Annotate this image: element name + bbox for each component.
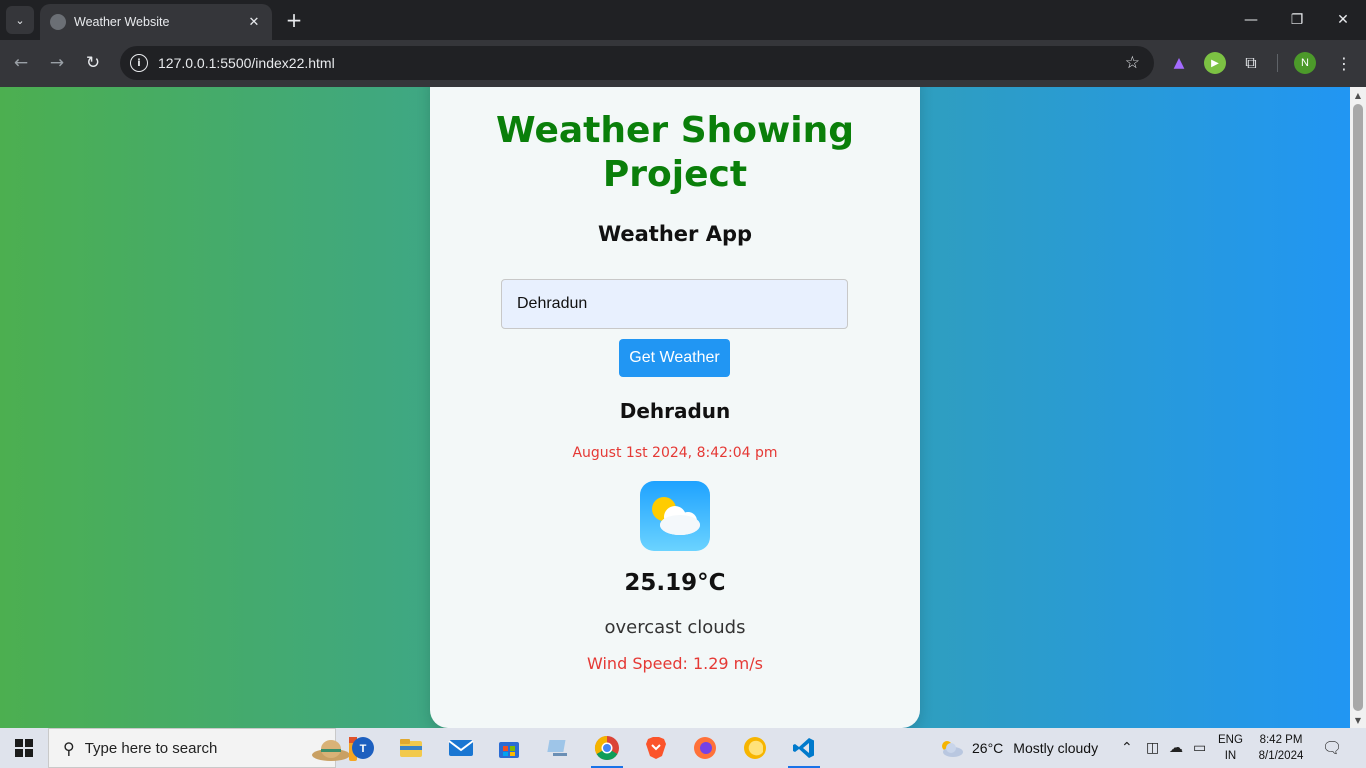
taskbar-search-box[interactable]: ⚲ Type here to search [48,728,357,768]
page-scrollbar[interactable]: ▲ ▼ [1350,87,1366,728]
chevron-up-icon[interactable]: ⌃ [1121,740,1133,756]
scrollbar-thumb[interactable] [1353,104,1363,711]
taskbar-app-brave[interactable] [632,728,680,768]
taskbar-app-store[interactable] [485,728,533,768]
scroll-down-arrow-icon[interactable]: ▼ [1350,712,1366,728]
city-input[interactable] [501,279,848,329]
vscode-icon [793,738,814,758]
brave-icon [646,737,666,759]
weather-card: Weather Showing Project Weather App Get … [430,87,920,728]
cloudy-weather-icon [942,741,963,757]
globe-icon [50,14,66,30]
store-icon [499,742,519,758]
taskbar-app-firefox[interactable] [681,728,729,768]
url-text[interactable]: 127.0.0.1:5500/index22.html [158,55,1125,71]
profile-avatar[interactable]: N [1294,52,1316,74]
weather-description: overcast clouds [604,617,746,638]
tab-weather-website[interactable]: Weather Website ✕ [40,4,272,40]
meet-now-icon[interactable]: ◫ [1146,740,1159,756]
taskbar-app-chrome[interactable] [583,728,631,768]
onedrive-cloud-icon[interactable]: ☁ [1169,740,1183,756]
window-close-button[interactable]: ✕ [1320,0,1366,40]
new-tab-button[interactable]: + [282,8,306,32]
browser-menu-icon[interactable]: ⋮ [1334,52,1354,74]
toolbar-divider [1277,54,1278,72]
datetime-text: August 1st 2024, 8:42:04 pm [572,445,778,461]
reload-button[interactable]: ↻ [80,50,106,76]
taskbar-app-file-explorer[interactable] [387,728,435,768]
back-button[interactable]: ← [8,50,34,76]
extension-drop-icon[interactable]: ▲ [1168,52,1190,74]
search-icon: ⚲ [63,738,75,758]
taskbar-app-remote-desktop[interactable] [535,728,583,768]
tab-search-button[interactable]: ⌄ [6,6,34,34]
chrome-icon [594,736,619,761]
taskbar-app-edge-canary[interactable] [731,728,779,768]
extension-play-icon[interactable]: ▶ [1204,52,1226,74]
app-title: Weather App [597,222,753,246]
site-info-icon[interactable]: i [130,54,148,72]
network-icon[interactable]: ▭ [1193,740,1206,756]
bookmark-star-icon[interactable]: ☆ [1125,53,1140,73]
edge-canary-icon [744,737,766,759]
address-bar[interactable]: i 127.0.0.1:5500/index22.html ☆ [120,46,1154,80]
wind-speed-text: Wind Speed: 1.29 m/s [587,654,763,673]
clock-time: 8:42 PM [1259,734,1303,746]
temperature-text: 25.19°C [624,570,726,596]
input-language[interactable]: ENG IN [1218,732,1243,764]
restore-button[interactable]: ❐ [1274,0,1320,40]
browser-toolbar: ← → ↻ i 127.0.0.1:5500/index22.html ☆ ▲ … [0,40,1366,87]
taskbar-weather-widget[interactable]: 26°C Mostly cloudy [938,728,1098,768]
partly-cloudy-icon [640,481,710,551]
lang-code: ENG [1218,734,1243,746]
browser-tab-bar: ⌄ Weather Website ✕ + — ❐ ✕ [0,0,1366,40]
svg-text:T: T [360,743,367,755]
clock-date: 8/1/2024 [1258,750,1304,762]
taskbar-clock[interactable]: 8:42 PM 8/1/2024 [1252,732,1310,764]
tab-close-button[interactable]: ✕ [246,15,262,30]
search-placeholder: Type here to search [84,739,218,757]
windows-taskbar: ⚲ Type here to search T 26°C Mostly clou… [0,728,1366,768]
weather-temp: 26°C [972,740,1004,756]
extensions-puzzle-icon[interactable]: ⧉ [1240,52,1262,74]
firefox-icon [694,737,716,759]
minimize-button[interactable]: — [1228,0,1274,40]
page-viewport: Weather Showing Project Weather App Get … [0,87,1350,728]
taskbar-app-vscode[interactable] [780,728,828,768]
folder-icon [400,739,422,757]
taskbar-app-task-view[interactable]: T [339,728,387,768]
windows-logo-icon [15,739,33,757]
forward-button[interactable]: → [44,50,70,76]
tab-title: Weather Website [74,15,170,29]
weather-condition: Mostly cloudy [1013,740,1099,756]
project-title: Weather Showing Project [496,110,854,195]
remote-desktop-icon [547,740,567,756]
taskbar-app-mail[interactable] [437,728,485,768]
city-name: Dehradun [619,399,731,423]
start-button[interactable] [0,728,48,768]
get-weather-button[interactable]: Get Weather [619,339,730,377]
lang-region: IN [1224,750,1237,762]
scroll-up-arrow-icon[interactable]: ▲ [1350,87,1366,103]
mail-icon [448,740,474,756]
notification-icon[interactable]: 🗨 [1322,738,1342,757]
task-view-icon: T [352,737,374,759]
